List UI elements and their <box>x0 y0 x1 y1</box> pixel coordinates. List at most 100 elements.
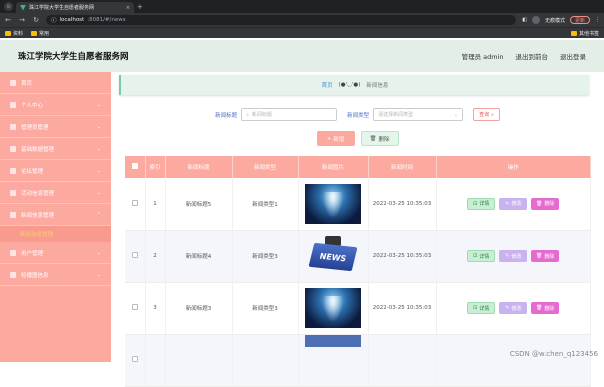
url-path: :8081/#/news <box>87 17 125 23</box>
breadcrumb-emoticon: (●'◡'●) <box>339 82 361 88</box>
edit-button[interactable]: ✎修改 <box>499 302 527 314</box>
chevron-down-icon: ⌄ <box>97 272 101 278</box>
folder-icon <box>571 31 577 36</box>
select-all-checkbox[interactable] <box>132 163 138 169</box>
detail-button[interactable]: ⊡详情 <box>467 198 495 210</box>
browser-tab[interactable]: 珠江学院大学生自愿者服务网 × <box>16 2 134 13</box>
sidebar-item-users[interactable]: 用户管理⌄ <box>0 242 111 264</box>
select-all-cell[interactable] <box>125 156 145 178</box>
row-index: 1 <box>145 178 165 230</box>
col-type: 新闻类型 <box>232 156 298 178</box>
address-bar[interactable]: ⓘ localhost:8081/#/news <box>46 15 516 25</box>
info-icon: ⓘ <box>51 16 57 24</box>
list-icon <box>10 212 16 218</box>
row-title: 新闻标题4 <box>165 230 232 282</box>
title-search-input[interactable]: ⌕ 新闻标题 <box>241 108 337 121</box>
edit-button[interactable]: ✎修改 <box>499 198 527 210</box>
forward-icon[interactable]: → <box>18 16 26 24</box>
bookmark-folder[interactable]: 常用 <box>31 30 49 37</box>
other-bookmarks[interactable]: 其他书签 <box>571 30 599 37</box>
delete-button[interactable]: 🗑删除 <box>531 250 559 262</box>
user-icon <box>10 102 16 108</box>
back-icon[interactable]: ← <box>4 16 12 24</box>
sidebar-item-activities[interactable]: 活动信息管理⌄ <box>0 182 111 204</box>
edit-icon: ✎ <box>505 305 509 311</box>
sidebar-item-carousel[interactable]: 轮播图信息⌄ <box>0 264 111 286</box>
reload-icon[interactable]: ↻ <box>32 16 40 24</box>
update-button[interactable]: 更新 <box>570 16 590 24</box>
news-image-news: NEWS <box>305 236 361 276</box>
detail-icon: ⊡ <box>473 253 477 259</box>
table-row: 2 新闻标题4 新闻类型3 NEWS 2022-03-25 10:35:03 ⊡… <box>125 230 591 282</box>
new-tab-icon[interactable]: + <box>137 3 143 11</box>
watermark: CSDN @w.chen_q123456 <box>510 350 598 358</box>
table-row: 3 新闻标题3 新闻类型3 2022-03-25 10:35:03 ⊡详情 ✎修… <box>125 282 591 334</box>
sidebar-subitem-news[interactable]: 新闻信息管理 <box>0 226 111 242</box>
delete-button[interactable]: 🗑删除 <box>531 198 559 210</box>
delete-button[interactable]: 🗑删除 <box>531 302 559 314</box>
search-icon: ⌕ <box>246 112 249 118</box>
detail-button[interactable]: ⊡详情 <box>467 302 495 314</box>
back-to-front-link[interactable]: 退出到前台 <box>516 51 549 61</box>
search-icon: ⌕ <box>491 112 494 118</box>
sidebar-item-admins[interactable]: 管理员管理⌄ <box>0 116 111 138</box>
detail-icon: ⊡ <box>473 305 477 311</box>
row-checkbox[interactable] <box>132 356 138 362</box>
folder-icon <box>31 31 37 36</box>
chevron-down-icon: ⌄ <box>97 102 101 108</box>
bookmarks-bar: 资料 常用 其他书签 <box>0 27 604 38</box>
bulb-icon <box>10 146 16 152</box>
sidepanel-icon[interactable]: ◧ <box>522 17 527 23</box>
sidebar-item-profile[interactable]: 个人中心⌄ <box>0 94 111 116</box>
row-title: 新闻标题3 <box>165 282 232 334</box>
col-title: 新闻标题 <box>165 156 232 178</box>
batch-delete-button[interactable]: 🗑删除 <box>361 131 399 146</box>
trash-icon: 🗑 <box>536 253 542 259</box>
tab-close-icon[interactable]: × <box>126 5 130 11</box>
row-time: 2022-03-25 10:35:03 <box>368 230 436 282</box>
detail-button[interactable]: ⊡详情 <box>467 250 495 262</box>
logout-link[interactable]: 退出登录 <box>560 51 586 61</box>
chevron-down-icon: ⌄ <box>97 124 101 130</box>
folder-icon <box>5 31 11 36</box>
row-checkbox[interactable] <box>132 252 138 258</box>
plus-icon: + <box>327 136 332 142</box>
url-host: localhost <box>60 17 85 23</box>
browser-menu-icon[interactable]: ⊙ <box>4 2 13 11</box>
detail-icon: ⊡ <box>473 201 477 207</box>
chevron-down-icon: ⌄ <box>97 146 101 152</box>
type-label: 新闻类型 <box>347 111 369 119</box>
col-index: 索引 <box>145 156 165 178</box>
row-checkbox[interactable] <box>132 200 138 206</box>
table-row <box>125 334 591 386</box>
row-time: 2022-03-25 10:35:03 <box>368 282 436 334</box>
trash-icon: 🗑 <box>370 136 377 142</box>
chevron-down-icon: ⌄ <box>97 250 101 256</box>
sidebar-item-basic-data[interactable]: 基础数据管理⌄ <box>0 138 111 160</box>
add-button[interactable]: +新增 <box>317 131 355 146</box>
row-title: 新闻标题5 <box>165 178 232 230</box>
query-button[interactable]: 查询 ⌕ <box>473 108 500 121</box>
col-time: 新闻时间 <box>368 156 436 178</box>
edit-button[interactable]: ✎修改 <box>499 250 527 262</box>
chevron-up-icon: ⌃ <box>97 212 101 218</box>
sidebar-item-news[interactable]: 新闻信息管理⌃ <box>0 204 111 226</box>
type-select[interactable]: 请选择新闻类型 ⌄ <box>373 108 463 121</box>
sidebar-item-forum[interactable]: 论坛管理⌄ <box>0 160 111 182</box>
bookmark-folder[interactable]: 资料 <box>5 30 23 37</box>
news-logo: NEWS <box>309 243 358 271</box>
breadcrumb-home[interactable]: 首页 <box>322 81 333 89</box>
news-image-stage <box>305 288 361 328</box>
sidebar-item-home[interactable]: 首页 <box>0 72 111 94</box>
incognito-label: 无痕模式 <box>545 17 565 24</box>
search-bar: 新闻标题 ⌕ 新闻标题 新闻类型 请选择新闻类型 ⌄ 查询 ⌕ <box>111 108 604 121</box>
row-type: 新闻类型3 <box>232 282 298 334</box>
sidebar: 首页 个人中心⌄ 管理员管理⌄ 基础数据管理⌄ 论坛管理⌄ 活动信息管理⌄ 新闻… <box>0 72 111 362</box>
app-header: 珠江学院大学生自愿者服务网 管理员 admin 退出到前台 退出登录 <box>0 40 604 72</box>
breadcrumb-current: 新闻信息 <box>366 81 388 89</box>
more-menu-icon[interactable]: ⋮ <box>595 17 600 23</box>
trash-icon: 🗑 <box>536 201 542 207</box>
title-label: 新闻标题 <box>215 111 237 119</box>
row-index: 2 <box>145 230 165 282</box>
row-checkbox[interactable] <box>132 304 138 310</box>
